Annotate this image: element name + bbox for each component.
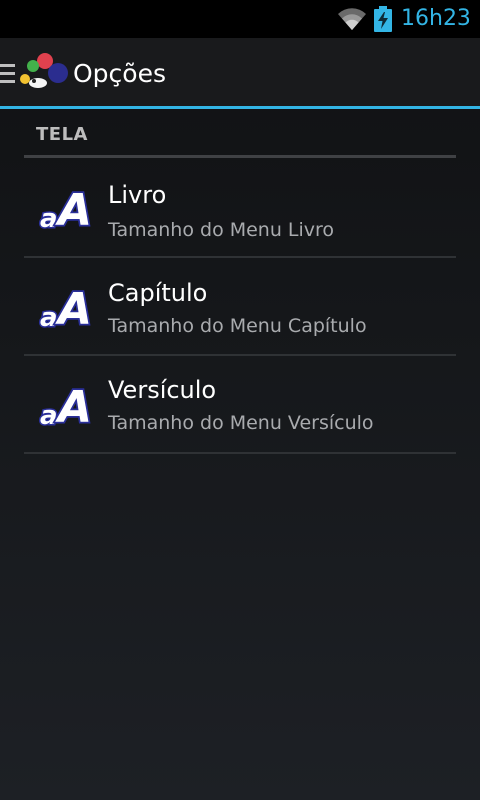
status-bar: 16h23 (0, 0, 480, 38)
preference-title: Capítulo (108, 279, 208, 307)
preference-summary: Tamanho do Menu Capítulo (108, 315, 367, 337)
page-title: Opções (73, 59, 166, 88)
status-time: 16h23 (401, 6, 471, 31)
preference-item-livro[interactable]: Livro Tamanho do Menu Livro (24, 159, 456, 257)
preference-summary: Tamanho do Menu Livro (108, 219, 335, 241)
preference-item-versiculo[interactable]: Versículo Tamanho do Menu Versículo (24, 356, 456, 454)
preference-title: Versículo (108, 376, 217, 404)
list-divider (24, 452, 456, 454)
app-logo-icon[interactable] (16, 50, 70, 94)
wifi-icon (338, 8, 366, 30)
preference-summary: Tamanho do Menu Versículo (108, 412, 374, 434)
font-size-icon (38, 380, 94, 432)
battery-charging-icon (374, 6, 392, 32)
preference-item-capitulo[interactable]: Capítulo Tamanho do Menu Capítulo (24, 258, 456, 356)
font-size-icon (38, 183, 94, 235)
action-bar-divider (0, 106, 480, 109)
screen: 16h23 Opções TELA Livro Tamanho do Menu … (0, 0, 480, 800)
drawer-menu-icon[interactable] (0, 63, 16, 85)
action-bar (0, 38, 480, 106)
section-divider (24, 155, 456, 158)
section-header: TELA (36, 124, 88, 145)
preference-title: Livro (108, 181, 167, 209)
font-size-icon (38, 282, 94, 334)
